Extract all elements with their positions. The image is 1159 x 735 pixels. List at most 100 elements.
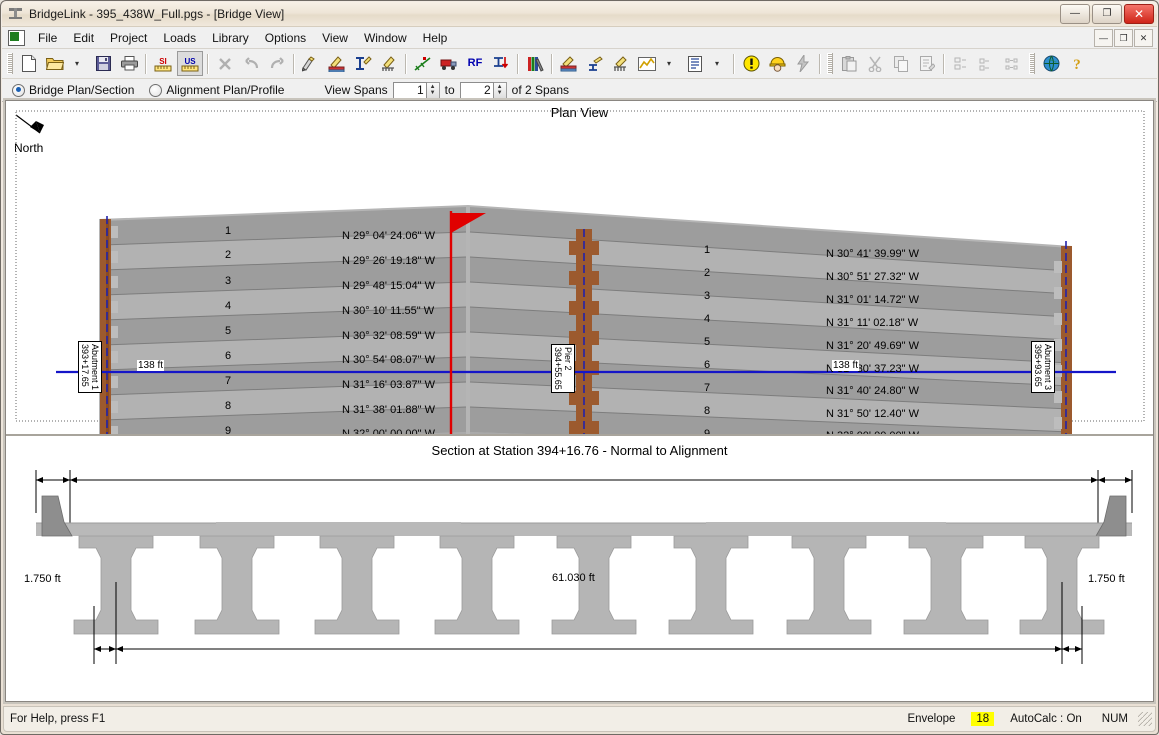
units-us-icon[interactable]: US: [177, 51, 203, 76]
radio-bridge-plan-section-dot: [12, 83, 25, 97]
plan-span1-bearing-7: N 31° 16' 03.87" W: [342, 379, 435, 391]
units-si-icon[interactable]: SI: [151, 52, 175, 75]
plan-span1-girder-num-6: 6: [225, 350, 232, 362]
redo-icon[interactable]: [265, 52, 289, 75]
plan-span1-girder-num-1: 1: [225, 225, 232, 237]
title-bar: BridgeLink - 395_438W_Full.pgs - [Bridge…: [2, 2, 1157, 27]
edit-girder-icon[interactable]: [351, 52, 375, 75]
plan-view-pane[interactable]: Plan View North 1 2 3 4 5 6 7 8 9 N 29° …: [6, 101, 1153, 436]
svg-text:?: ?: [1073, 57, 1081, 72]
span-to-value[interactable]: 2: [459, 81, 494, 99]
edit-railing-icon[interactable]: [325, 52, 349, 75]
copy-icon[interactable]: [889, 52, 913, 75]
plan-span2-bearing-2: N 30° 51' 27.32" W: [826, 271, 919, 283]
toolbar-grip-3[interactable]: [1029, 53, 1035, 74]
bridge-view-document: Plan View North 1 2 3 4 5 6 7 8 9 N 29° …: [5, 100, 1154, 702]
open-dropdown-icon[interactable]: ▾: [65, 52, 89, 75]
menu-item-window[interactable]: Window: [356, 29, 415, 47]
cut-icon[interactable]: [863, 52, 887, 75]
pier-section-icon[interactable]: [609, 52, 633, 75]
maximize-button[interactable]: ❐: [1092, 4, 1122, 24]
resize-grip[interactable]: [1138, 712, 1152, 726]
load-rating-icon[interactable]: [489, 52, 513, 75]
align-left-icon[interactable]: [949, 52, 973, 75]
edit-barrier-icon[interactable]: [377, 52, 401, 75]
status-autocalc[interactable]: AutoCalc : On: [1000, 713, 1092, 725]
section-view-pane[interactable]: Section at Station 394+16.76 - Normal to…: [6, 436, 1153, 701]
open-file-icon[interactable]: [43, 52, 67, 75]
span-from-spin-buttons[interactable]: ▲ ▼: [426, 81, 440, 99]
mdi-close-button[interactable]: ✕: [1134, 29, 1153, 47]
span-from-stepper[interactable]: 1 ▲ ▼: [392, 81, 440, 99]
svg-text:US: US: [184, 57, 196, 66]
deck-width-dim: 61.030 ft: [552, 572, 595, 584]
toolbar-grip-2[interactable]: [827, 53, 833, 74]
to-label: to: [444, 83, 455, 97]
plan-span2-bearing-8: N 31° 50' 12.40" W: [826, 408, 919, 420]
report-view-icon[interactable]: [683, 52, 707, 75]
report-dropdown-icon[interactable]: ▾: [705, 52, 729, 75]
status-center-icon[interactable]: [739, 52, 763, 75]
delete-icon[interactable]: [213, 52, 237, 75]
distribute2-icon[interactable]: [1001, 52, 1025, 75]
edit-live-load-icon[interactable]: [437, 52, 461, 75]
engineer-icon[interactable]: [765, 52, 789, 75]
menu-item-loads[interactable]: Loads: [155, 29, 204, 47]
mdi-restore-button[interactable]: ❐: [1114, 29, 1133, 47]
toolbar-separator: [819, 53, 821, 74]
plan-span2-girder-num-3: 3: [704, 290, 711, 302]
abutment-3-station: 395+93.65: [1033, 344, 1043, 387]
graph-view-icon[interactable]: [635, 52, 659, 75]
close-button[interactable]: ✕: [1124, 4, 1154, 24]
menu-item-library[interactable]: Library: [204, 29, 257, 47]
plan-span1-bearing-5: N 30° 32' 08.59" W: [342, 330, 435, 342]
mdi-minimize-button[interactable]: —: [1094, 29, 1113, 47]
status-envelope-value[interactable]: 18: [971, 712, 995, 726]
abutment-1-label[interactable]: Abutment 1 393+17.65: [78, 341, 102, 394]
save-icon[interactable]: [91, 52, 115, 75]
deck-section-icon[interactable]: [557, 52, 581, 75]
edit-deck-icon[interactable]: [299, 52, 323, 75]
plan-span1-bearing-1: N 29° 04' 24.06" W: [342, 230, 435, 242]
toolbar-separator: [551, 53, 553, 74]
plan-span1-bearing-4: N 30° 10' 11.55" W: [342, 305, 435, 317]
edit-alignment-icon[interactable]: [411, 52, 435, 75]
plan-span2-girder-num-6: 6: [704, 359, 711, 371]
span-from-value[interactable]: 1: [392, 81, 427, 99]
toolbar-grip[interactable]: [7, 53, 13, 74]
menu-item-view[interactable]: View: [314, 29, 356, 47]
graph-dropdown-icon[interactable]: ▾: [657, 52, 681, 75]
girder-section-icon[interactable]: [583, 52, 607, 75]
overhang-right-dim: 1.750 ft: [1088, 573, 1125, 585]
minimize-button[interactable]: —: [1060, 4, 1090, 24]
menu-item-project[interactable]: Project: [102, 29, 155, 47]
menu-item-options[interactable]: Options: [257, 29, 314, 47]
menu-item-edit[interactable]: Edit: [65, 29, 102, 47]
undo-icon[interactable]: [239, 52, 263, 75]
plan-span1-bearing-3: N 29° 48' 15.04" W: [342, 280, 435, 292]
new-file-icon[interactable]: [17, 52, 41, 75]
edit-entry-icon[interactable]: [915, 52, 939, 75]
library-editor-icon[interactable]: [523, 52, 547, 75]
radio-bridge-plan-section[interactable]: Bridge Plan/Section: [12, 83, 134, 97]
analysis-icon[interactable]: [791, 52, 815, 75]
menu-item-file[interactable]: File: [30, 29, 65, 47]
abutment-3-label[interactable]: Abutment 3 395+93.65: [1031, 341, 1055, 394]
paste-icon[interactable]: [837, 52, 861, 75]
plan-span2-bearing-1: N 30° 41' 39.99" W: [826, 248, 919, 260]
span-to-stepper[interactable]: 2 ▲ ▼: [459, 81, 507, 99]
plan-span2-girder-num-1: 1: [704, 244, 711, 256]
toolbar-separator: [733, 53, 735, 74]
print-icon[interactable]: [117, 52, 141, 75]
radio-alignment-plan-profile[interactable]: Alignment Plan/Profile: [149, 83, 284, 97]
span-to-spin-buttons[interactable]: ▲ ▼: [493, 81, 507, 99]
web-help-icon[interactable]: [1039, 52, 1063, 75]
distribute-icon[interactable]: [975, 52, 999, 75]
help-icon[interactable]: ?: [1065, 52, 1089, 75]
pier-2-label[interactable]: Pier 2 394+55.65: [551, 344, 575, 393]
menu-item-help[interactable]: Help: [415, 29, 456, 47]
abutment-1-station: 393+17.65: [80, 344, 90, 387]
document-icon[interactable]: [8, 29, 25, 46]
plan-span1-girder-num-2: 2: [225, 249, 232, 261]
rating-icon[interactable]: RF: [463, 52, 487, 75]
